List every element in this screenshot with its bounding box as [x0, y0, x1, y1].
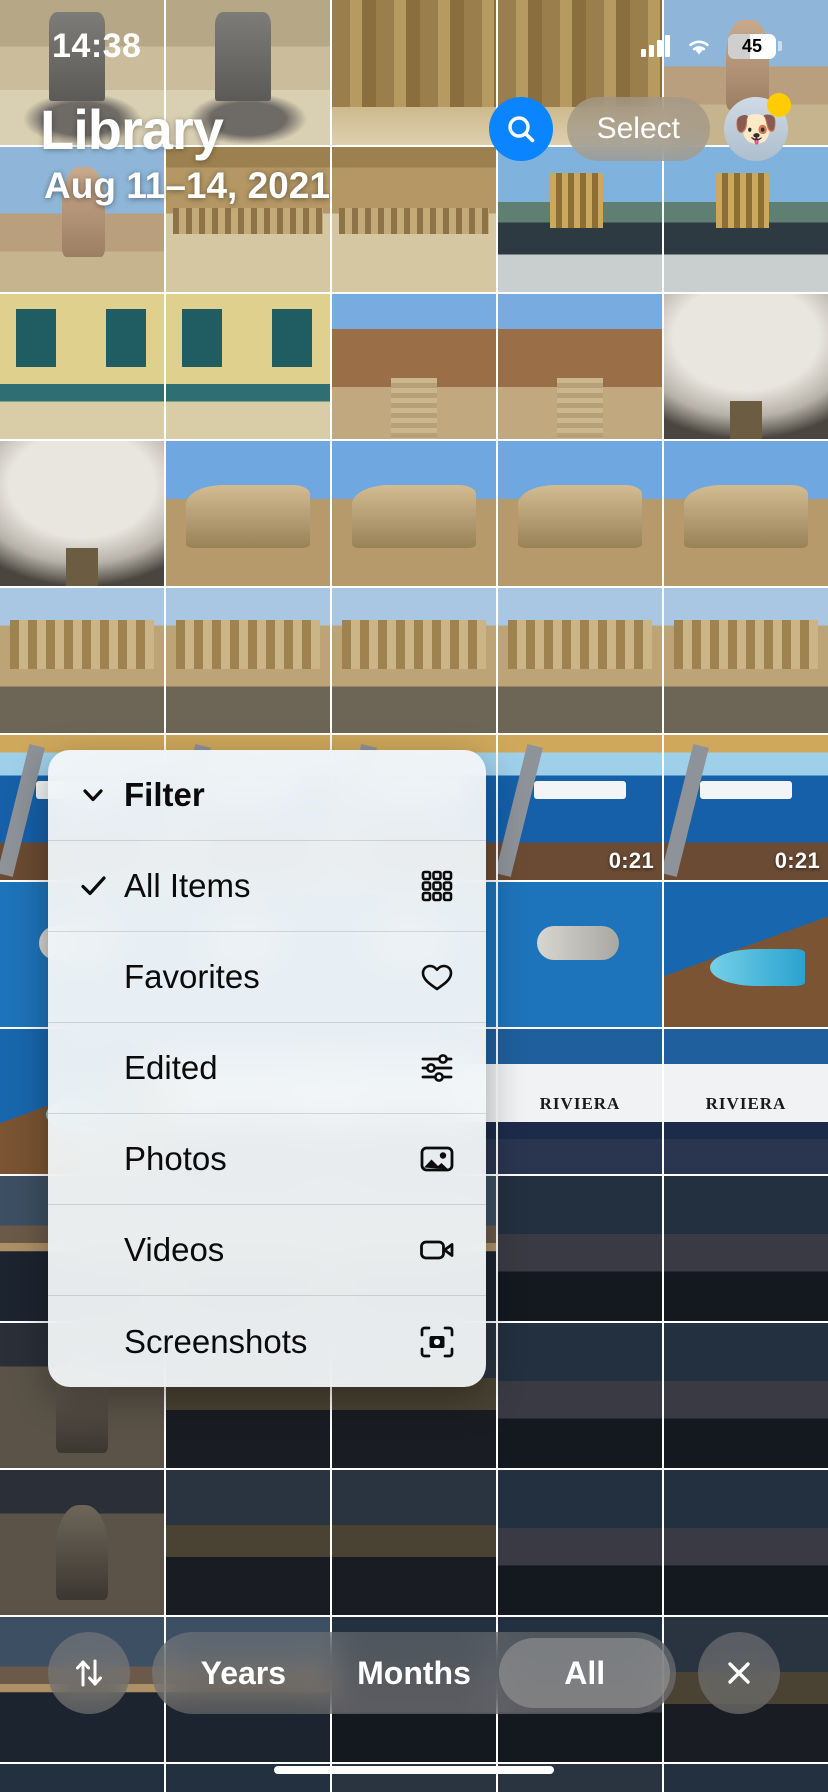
- segment-all[interactable]: All: [499, 1638, 671, 1708]
- filter-item-label: Photos: [124, 1140, 227, 1177]
- photo-tile[interactable]: [498, 294, 662, 439]
- grid-3x3-icon: [414, 867, 460, 905]
- photo-tile[interactable]: [332, 441, 496, 586]
- select-button[interactable]: Select: [566, 97, 710, 161]
- search-icon: [507, 116, 534, 143]
- photo-tile[interactable]: [664, 588, 828, 733]
- photo-tile[interactable]: [0, 441, 164, 586]
- video-camera-icon: [414, 1231, 460, 1269]
- photo-tile[interactable]: [664, 882, 828, 1027]
- filter-item-favorites[interactable]: Favorites: [48, 932, 486, 1023]
- sort-button[interactable]: [48, 1632, 130, 1714]
- filter-item-label: Favorites: [124, 958, 260, 995]
- photo-tile[interactable]: RIVIERA: [664, 1029, 828, 1174]
- filter-item-label: Videos: [124, 1231, 225, 1268]
- sliders-icon: [414, 1049, 460, 1087]
- photo-tile[interactable]: RIVIERA: [498, 1029, 662, 1174]
- photo-tile[interactable]: [664, 1764, 828, 1792]
- photo-tile[interactable]: [166, 1470, 330, 1615]
- photo-tile[interactable]: [0, 294, 164, 439]
- photo-tile[interactable]: [498, 882, 662, 1027]
- filter-menu-header-label: Filter: [124, 776, 205, 813]
- photo-tile[interactable]: [498, 1470, 662, 1615]
- photo-tile[interactable]: [166, 294, 330, 439]
- photo-tile[interactable]: [166, 588, 330, 733]
- screenshot-frame-icon: [414, 1323, 460, 1361]
- photo-tile[interactable]: [498, 1323, 662, 1468]
- page-title: Library: [40, 97, 224, 161]
- filter-item-photos[interactable]: Photos: [48, 1114, 486, 1205]
- photo-tile[interactable]: [0, 1470, 164, 1615]
- photo-tile[interactable]: [332, 588, 496, 733]
- segment-months[interactable]: Months: [329, 1638, 500, 1708]
- photo-tile[interactable]: [498, 1176, 662, 1321]
- close-x-icon: [728, 1662, 750, 1684]
- filter-item-label: All Items: [124, 867, 251, 904]
- photo-tile[interactable]: [498, 588, 662, 733]
- filter-item-edited[interactable]: Edited: [48, 1023, 486, 1114]
- photo-tile[interactable]: [0, 1764, 164, 1792]
- photos-app-screen: 0:210:21RIVIERARIVIERARIVIERARIVIERA 14:…: [0, 0, 828, 1792]
- filter-item-videos[interactable]: Videos: [48, 1205, 486, 1296]
- photo-tile[interactable]: [332, 1470, 496, 1615]
- photo-tile[interactable]: [664, 294, 828, 439]
- search-button[interactable]: [488, 97, 553, 161]
- filter-item-screenshots[interactable]: Screenshots: [48, 1296, 486, 1387]
- filter-item-all-items[interactable]: All Items: [48, 841, 486, 932]
- photo-tile[interactable]: [332, 294, 496, 439]
- photo-tile[interactable]: [664, 1176, 828, 1321]
- photo-tile[interactable]: [664, 1323, 828, 1468]
- filter-menu-header[interactable]: Filter: [48, 750, 486, 841]
- photo-tile[interactable]: [664, 441, 828, 586]
- avatar[interactable]: 🐶: [724, 93, 791, 161]
- photo-tile-caption: RIVIERA: [539, 1094, 621, 1114]
- filter-item-label: Edited: [124, 1049, 218, 1086]
- filter-item-label: Screenshots: [124, 1322, 308, 1360]
- avatar-notification-badge: [767, 93, 791, 117]
- video-duration-badge: 0:21: [774, 848, 820, 873]
- photo-tile[interactable]: [166, 441, 330, 586]
- home-indicator: [274, 1766, 554, 1774]
- photo-tile[interactable]: [0, 588, 164, 733]
- photo-tile[interactable]: 0:21: [664, 735, 828, 880]
- arrow-up-down-icon: [76, 1659, 102, 1687]
- chevron-down-icon: [78, 780, 124, 810]
- photo-tile[interactable]: 0:21: [498, 735, 662, 880]
- heart-icon: [414, 958, 460, 996]
- bottom-toolbar: Years Months All: [0, 1632, 828, 1714]
- photo-tile[interactable]: [664, 1470, 828, 1615]
- select-button-label: Select: [596, 112, 680, 145]
- photo-icon: [414, 1140, 460, 1178]
- checkmark-icon: [78, 871, 124, 901]
- video-duration-badge: 0:21: [608, 848, 654, 873]
- close-button[interactable]: [698, 1632, 780, 1714]
- navigation-bar: Library Select 🐶: [0, 86, 828, 172]
- photo-tile[interactable]: [498, 441, 662, 586]
- segment-years[interactable]: Years: [158, 1638, 329, 1708]
- filter-menu[interactable]: Filter All Items Favorites Edited Photos…: [48, 750, 486, 1387]
- photo-tile-caption: RIVIERA: [705, 1094, 787, 1114]
- timeline-scope-segmented-control[interactable]: Years Months All: [152, 1632, 676, 1714]
